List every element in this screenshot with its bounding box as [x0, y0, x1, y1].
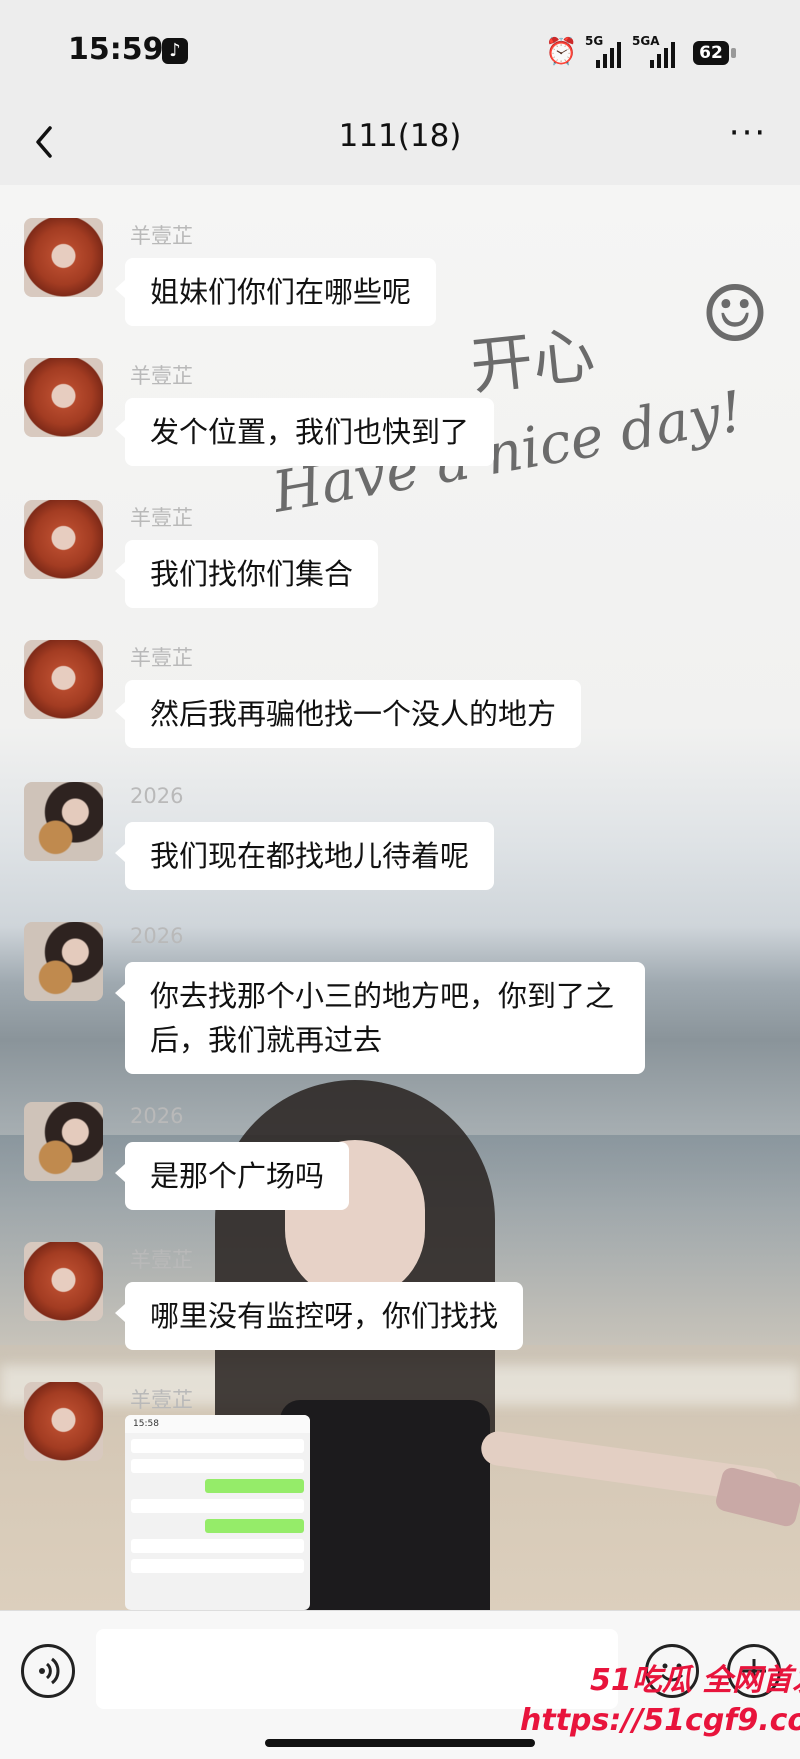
- sender-name: 羊壹芷: [130, 1388, 193, 1412]
- avatar[interactable]: [24, 358, 103, 437]
- sender-name: 2026: [130, 1104, 184, 1128]
- avatar[interactable]: [24, 922, 103, 1001]
- wallpaper-phone: [713, 1465, 800, 1529]
- watermark-brand: 51吃瓜 全网首发: [590, 1663, 800, 1698]
- image-row: [131, 1459, 304, 1473]
- home-indicator[interactable]: [265, 1739, 535, 1747]
- chat-title: 111(18): [338, 118, 462, 154]
- signal-icon-1: [596, 42, 624, 68]
- image-row: [131, 1499, 304, 1513]
- voice-button[interactable]: [21, 1644, 75, 1698]
- more-options-button[interactable]: ···: [718, 116, 778, 162]
- chat-screenshot-image[interactable]: 15:58: [125, 1415, 310, 1610]
- status-time: 15:59: [68, 32, 164, 67]
- image-row: [205, 1479, 304, 1493]
- image-row: [131, 1559, 304, 1573]
- avatar[interactable]: [24, 1102, 103, 1181]
- avatar[interactable]: [24, 1242, 103, 1321]
- sender-name: 羊壹芷: [130, 224, 193, 248]
- chat-screen: 开心 ☺ Have a nice day! 15:59 ♪ ⏰ 5G 5GA 6…: [0, 0, 800, 1759]
- image-row: [131, 1439, 304, 1453]
- message-bubble[interactable]: 是那个广场吗: [114, 1142, 350, 1210]
- avatar[interactable]: [24, 500, 103, 579]
- avatar[interactable]: [24, 782, 103, 861]
- sender-name: 羊壹芷: [130, 364, 193, 388]
- sender-name: 羊壹芷: [130, 646, 193, 670]
- avatar[interactable]: [24, 1382, 103, 1461]
- message-bubble[interactable]: 发个位置，我们也快到了: [114, 398, 495, 466]
- tiktok-icon: ♪: [162, 38, 188, 64]
- nav-bar: 111(18) ···: [0, 100, 800, 185]
- message-bubble[interactable]: 姐妹们你们在哪些呢: [114, 258, 437, 326]
- image-row: [131, 1539, 304, 1553]
- message-bubble[interactable]: 你去找那个小三的地方吧，你到了之后，我们就再过去: [115, 962, 645, 1074]
- status-bar: 15:59 ♪ ⏰ 5G 5GA 62: [0, 0, 800, 100]
- more-icon: ···: [728, 113, 768, 153]
- watermark-url: https://51cgf9.com: [520, 1703, 800, 1738]
- watermark: 51吃瓜 全网首发 https://51cgf9.com: [500, 1655, 800, 1755]
- avatar[interactable]: [24, 640, 103, 719]
- sticker-line1: 开心: [467, 317, 599, 404]
- image-row: [205, 1519, 304, 1533]
- smiley-icon: ☺: [700, 270, 770, 360]
- message-bubble[interactable]: 我们找你们集合: [114, 540, 379, 608]
- avatar[interactable]: [24, 218, 103, 297]
- battery-tip: [731, 48, 736, 58]
- sender-name: 羊壹芷: [130, 1248, 193, 1272]
- sender-name: 2026: [130, 784, 184, 808]
- sender-name: 羊壹芷: [130, 506, 193, 530]
- alarm-icon: ⏰: [545, 37, 578, 67]
- image-status-time: 15:58: [125, 1415, 310, 1433]
- battery-icon: 62: [693, 41, 729, 65]
- voice-icon: [39, 1657, 60, 1685]
- message-bubble[interactable]: 哪里没有监控呀，你们找找: [114, 1282, 524, 1350]
- sender-name: 2026: [130, 924, 184, 948]
- signal-icon-2: [650, 42, 678, 68]
- wallpaper-person-top: [280, 1400, 490, 1610]
- message-bubble[interactable]: 然后我再骗他找一个没人的地方: [114, 680, 582, 748]
- message-bubble[interactable]: 我们现在都找地儿待着呢: [114, 822, 495, 890]
